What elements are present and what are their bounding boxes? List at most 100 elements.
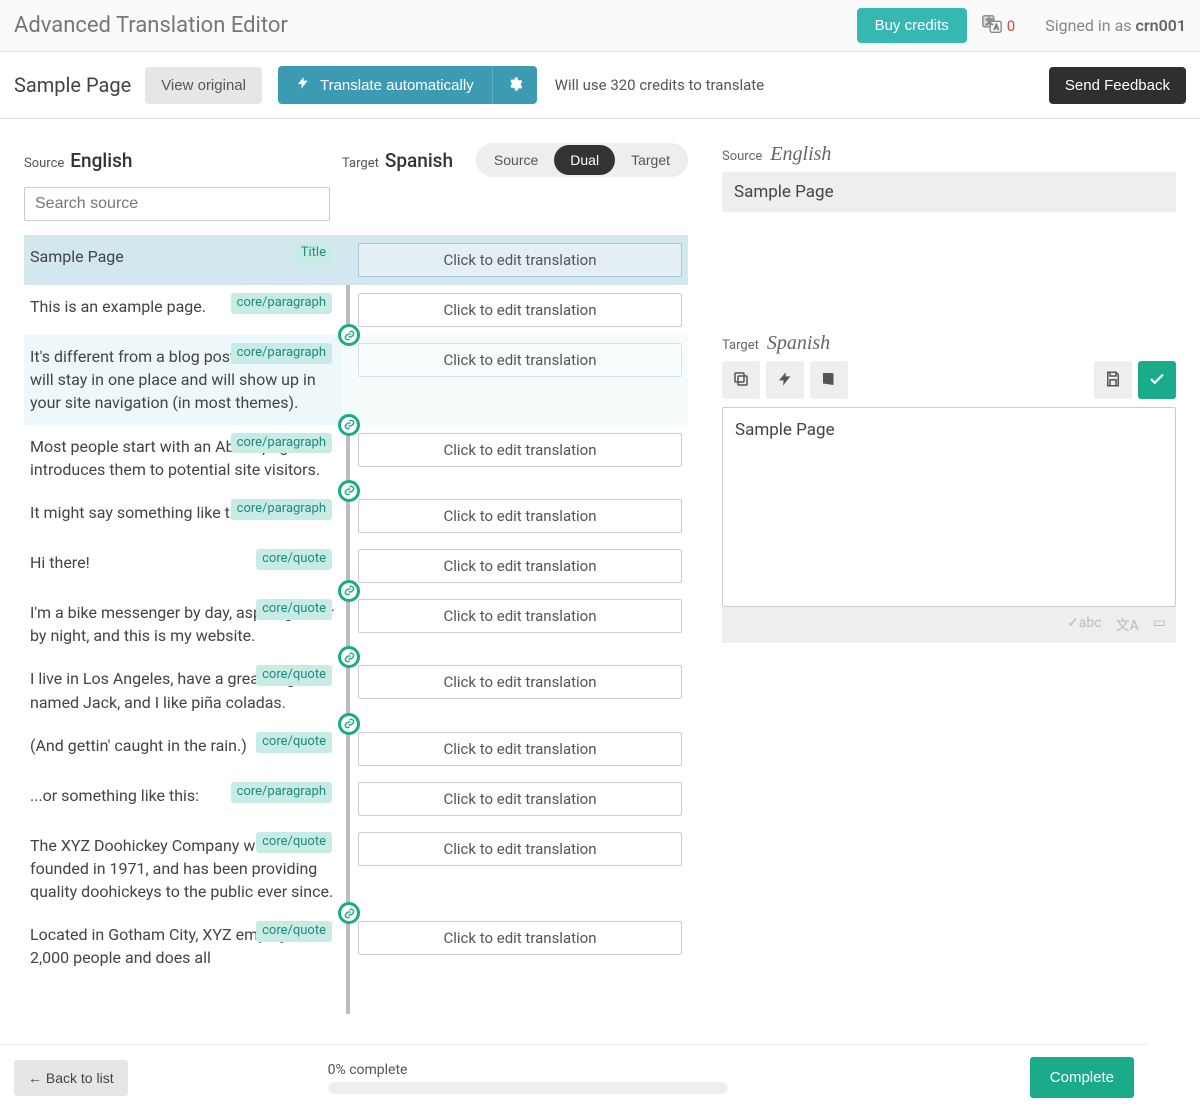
segment-target: Click to edit translation (342, 591, 688, 657)
segment-source[interactable]: I'm a bike messenger by day, aspiring ac… (24, 591, 342, 657)
back-to-list-button[interactable]: ← Back to list (14, 1060, 128, 1096)
buy-credits-button[interactable]: Buy credits (857, 8, 967, 43)
link-icon[interactable] (338, 414, 360, 436)
segment-source[interactable]: ...or something like this:core/paragraph (24, 774, 342, 824)
segment-source[interactable]: It might say something like this:core/pa… (24, 491, 342, 541)
translation-input[interactable]: Click to edit translation (358, 549, 682, 583)
view-dual-button[interactable]: Dual (554, 145, 615, 175)
segment-row[interactable]: I'm a bike messenger by day, aspiring ac… (24, 591, 688, 657)
spellcheck-icon[interactable]: ✓abc (1067, 615, 1102, 635)
translate-settings-button[interactable] (492, 66, 537, 104)
link-icon[interactable] (338, 580, 360, 602)
segment-source[interactable]: Hi there!core/quote (24, 541, 342, 591)
segment-type-tag: core/paragraph (231, 499, 332, 520)
progress-label: 0% complete (328, 1062, 728, 1078)
progress-bar (328, 1082, 728, 1094)
segment-row[interactable]: Most people start with an About page tha… (24, 425, 688, 491)
copy-source-button[interactable] (722, 361, 760, 399)
segment-type-tag: Title (295, 243, 332, 264)
view-mode-toggle: Source Dual Target (476, 143, 688, 177)
username: crn001 (1136, 16, 1186, 35)
segment-type-tag: core/quote (256, 921, 332, 942)
svg-text:文: 文 (985, 17, 993, 26)
segment-source[interactable]: Most people start with an About page tha… (24, 425, 342, 491)
view-original-button[interactable]: View original (145, 67, 262, 104)
translation-input[interactable]: Click to edit translation (358, 599, 682, 633)
view-target-button[interactable]: Target (615, 145, 686, 175)
segment-target: Click to edit translation (342, 335, 688, 425)
segment-row[interactable]: The XYZ Doohickey Company was founded in… (24, 824, 688, 914)
complete-button[interactable]: Complete (1030, 1057, 1134, 1098)
segment-source[interactable]: The XYZ Doohickey Company was founded in… (24, 824, 342, 914)
translate-auto-group: Translate automatically (278, 66, 537, 104)
segment-type-tag: core/quote (256, 549, 332, 570)
translation-input[interactable]: Click to edit translation (358, 433, 682, 467)
source-language: English (70, 149, 132, 172)
translation-input[interactable]: Click to edit translation (358, 499, 682, 533)
segment-target: Click to edit translation (342, 541, 688, 591)
svg-text:A: A (994, 22, 999, 31)
bolt-icon (777, 371, 793, 390)
send-feedback-button[interactable]: Send Feedback (1049, 67, 1186, 104)
target-editor-label: Target Spanish (722, 332, 1176, 355)
translation-input[interactable]: Click to edit translation (358, 343, 682, 377)
segment-row[interactable]: Located in Gotham City, XYZ employs over… (24, 913, 688, 979)
segment-row[interactable]: It's different from a blog post because … (24, 335, 688, 425)
save-icon (1104, 370, 1122, 391)
machine-translate-button[interactable] (766, 361, 804, 399)
translation-input[interactable]: Click to edit translation (358, 243, 682, 277)
segment-target: Click to edit translation (342, 774, 688, 824)
view-source-button[interactable]: Source (478, 145, 554, 175)
target-editor[interactable]: Sample Page (722, 407, 1176, 607)
translation-input[interactable]: Click to edit translation (358, 832, 682, 866)
translate-auto-label: Translate automatically (320, 77, 474, 94)
main-content: Source English Target Spanish Source Dua… (0, 119, 1200, 1014)
translation-input[interactable]: Click to edit translation (358, 665, 682, 699)
confirm-button[interactable] (1138, 361, 1176, 399)
translation-input[interactable]: Click to edit translation (358, 732, 682, 766)
target-language-label: Target Spanish (342, 149, 453, 172)
segment-source[interactable]: Sample PageTitle (24, 235, 342, 285)
segment-source[interactable]: I live in Los Angeles, have a great dog … (24, 657, 342, 723)
source-lang-right: English (770, 143, 831, 166)
top-header: Advanced Translation Editor Buy credits … (0, 0, 1200, 52)
segment-row[interactable]: This is an example page.core/paragraph Cl… (24, 285, 688, 335)
translation-input[interactable]: Click to edit translation (358, 782, 682, 816)
segment-source[interactable]: It's different from a blog post because … (24, 335, 342, 425)
source-language-label: Source English (24, 149, 342, 172)
segment-type-tag: core/quote (256, 665, 332, 686)
segment-source[interactable]: This is an example page.core/paragraph (24, 285, 342, 335)
link-icon[interactable] (338, 324, 360, 346)
footer-bar: ← Back to list 0% complete Complete (0, 1044, 1148, 1110)
book-icon (820, 370, 838, 391)
bolt-icon (296, 76, 310, 94)
tag-icon[interactable]: ▭ (1153, 615, 1166, 635)
translate-direction-icon[interactable]: 文A (1116, 615, 1139, 635)
target-toolbar (722, 361, 1176, 399)
link-icon[interactable] (338, 713, 360, 735)
segment-type-tag: core/quote (256, 599, 332, 620)
segment-row[interactable]: ...or something like this:core/paragraph… (24, 774, 688, 824)
segment-type-tag: core/paragraph (231, 782, 332, 803)
target-language: Spanish (385, 149, 453, 172)
segment-target: Click to edit translation (342, 491, 688, 541)
segment-row[interactable]: I live in Los Angeles, have a great dog … (24, 657, 688, 723)
translate-automatically-button[interactable]: Translate automatically (278, 66, 492, 104)
glossary-button[interactable] (810, 361, 848, 399)
segment-text: Sample Page (30, 245, 334, 268)
segment-source[interactable]: (And gettin' caught in the rain.)core/qu… (24, 724, 342, 774)
segment-row[interactable]: Sample PageTitle Click to edit translatio… (24, 235, 688, 285)
link-icon[interactable] (338, 480, 360, 502)
translation-input[interactable]: Click to edit translation (358, 293, 682, 327)
segment-source[interactable]: Located in Gotham City, XYZ employs over… (24, 913, 342, 979)
translation-input[interactable]: Click to edit translation (358, 921, 682, 955)
segment-target: Click to edit translation (342, 824, 688, 914)
search-source-input[interactable] (24, 187, 330, 221)
segments-pane: Source English Target Spanish Source Dua… (0, 119, 698, 1014)
segment-row[interactable]: Hi there!core/quote Click to edit transla… (24, 541, 688, 591)
source-preview-label: Source English (722, 143, 1176, 166)
toolbar: Sample Page View original Translate auto… (0, 52, 1200, 119)
segment-type-tag: core/paragraph (231, 343, 332, 364)
save-button[interactable] (1094, 361, 1132, 399)
target-lang-right: Spanish (767, 332, 830, 355)
